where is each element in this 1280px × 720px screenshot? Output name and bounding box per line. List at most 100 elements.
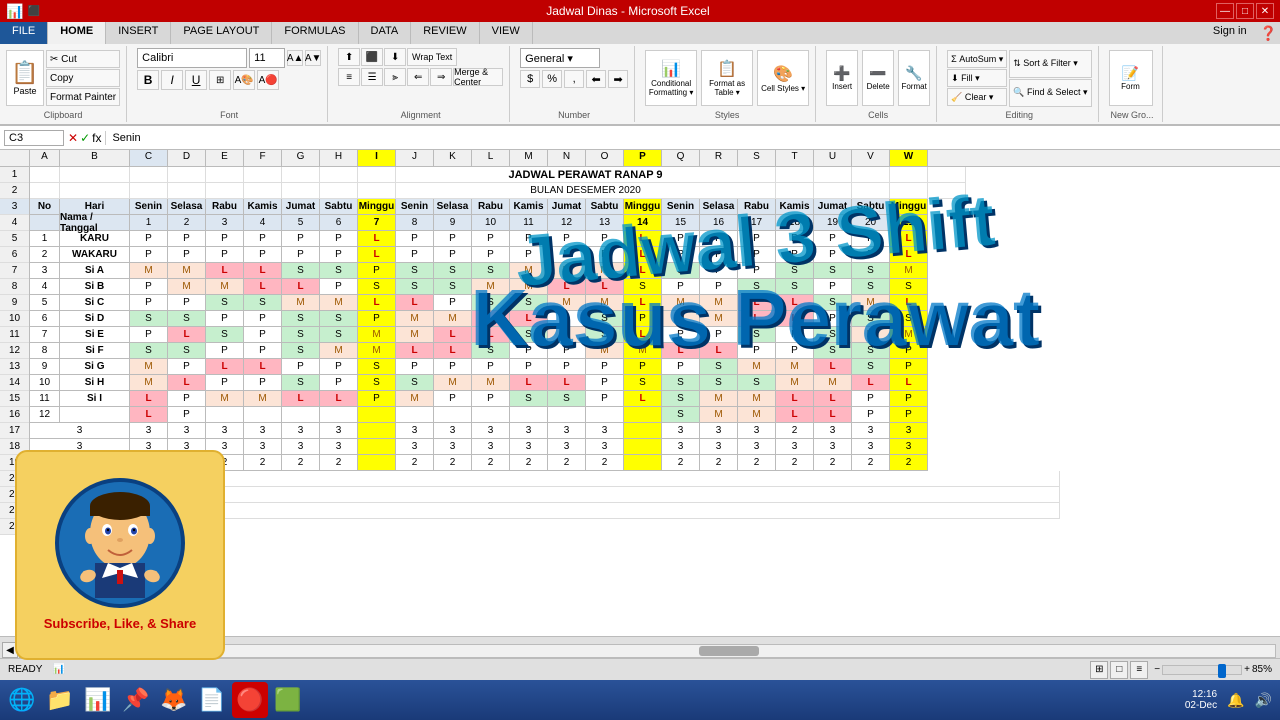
- cell-val-r11-c10[interactable]: S: [510, 327, 548, 343]
- cell-val-r16-c3[interactable]: [244, 407, 282, 423]
- cell-val-r5-c15[interactable]: P: [700, 231, 738, 247]
- cell-no-r12[interactable]: 8: [30, 343, 60, 359]
- row-num-4[interactable]: 4: [0, 215, 29, 231]
- cell-a1[interactable]: [30, 167, 60, 183]
- clear-button[interactable]: 🧹 Clear ▾: [947, 88, 1007, 106]
- cell-val-r8-c15[interactable]: P: [700, 279, 738, 295]
- summary-cell-r0-c12[interactable]: 3: [586, 423, 624, 439]
- summary-cell-r0-c19[interactable]: 3: [852, 423, 890, 439]
- cell-val-r10-c18[interactable]: P: [814, 311, 852, 327]
- cell-val-r5-c14[interactable]: P: [662, 231, 700, 247]
- wrap-text-button[interactable]: Wrap Text: [407, 48, 457, 66]
- cell-name-r12[interactable]: Si F: [60, 343, 130, 359]
- cell-val-r11-c16[interactable]: S: [738, 327, 776, 343]
- close-button[interactable]: ✕: [1256, 3, 1274, 19]
- cell-h1[interactable]: [320, 167, 358, 183]
- cell-val-r6-c2[interactable]: P: [206, 247, 244, 263]
- cell-val-r7-c20[interactable]: M: [890, 263, 928, 279]
- minimize-button[interactable]: —: [1216, 3, 1234, 19]
- insert-function-button[interactable]: fx: [92, 131, 101, 145]
- cell-val-r9-c20[interactable]: L: [890, 295, 928, 311]
- cell-no-r9[interactable]: 5: [30, 295, 60, 311]
- taskbar-word-button[interactable]: 📄: [194, 682, 230, 718]
- cell-val-r8-c17[interactable]: S: [776, 279, 814, 295]
- col-header-u[interactable]: U: [814, 150, 852, 166]
- cell-i2[interactable]: [358, 183, 396, 199]
- page-break-button[interactable]: ≡: [1130, 661, 1148, 679]
- bold-button[interactable]: B: [137, 70, 159, 90]
- cell-val-r11-c7[interactable]: M: [396, 327, 434, 343]
- summary-cell-r0-c5[interactable]: 3: [320, 423, 358, 439]
- cell-val-r14-c10[interactable]: L: [510, 375, 548, 391]
- cell-c1[interactable]: [130, 167, 168, 183]
- cell-e4[interactable]: 3: [206, 215, 244, 231]
- cell-h4[interactable]: 6: [320, 215, 358, 231]
- row-num-7[interactable]: 7: [0, 263, 29, 279]
- cell-name-r16[interactable]: [60, 407, 130, 423]
- cell-val-r12-c10[interactable]: P: [510, 343, 548, 359]
- taskbar-ppt-button[interactable]: 📌: [118, 682, 154, 718]
- cell-val-r9-c4[interactable]: M: [282, 295, 320, 311]
- cell-val-r14-c14[interactable]: S: [662, 375, 700, 391]
- cell-val-r5-c6[interactable]: L: [358, 231, 396, 247]
- cell-val-r13-c14[interactable]: P: [662, 359, 700, 375]
- row-num-15[interactable]: 15: [0, 391, 29, 407]
- decrease-font-button[interactable]: A▼: [305, 50, 321, 66]
- cancel-formula-button[interactable]: ✕: [68, 131, 78, 145]
- cell-val-r16-c19[interactable]: P: [852, 407, 890, 423]
- cell-val-r6-c20[interactable]: L: [890, 247, 928, 263]
- cell-styles-button[interactable]: 🎨 Cell Styles ▾: [757, 50, 809, 106]
- cell-val-r6-c11[interactable]: P: [548, 247, 586, 263]
- cell-val-r15-c10[interactable]: S: [510, 391, 548, 407]
- cell-val-r7-c16[interactable]: P: [738, 263, 776, 279]
- cell-val-r10-c17[interactable]: L: [776, 311, 814, 327]
- zoom-slider-thumb[interactable]: [1218, 664, 1226, 678]
- cell-w1[interactable]: [928, 167, 966, 183]
- summary-cell-r1-c6[interactable]: [358, 439, 396, 455]
- cell-name-r11[interactable]: Si E: [60, 327, 130, 343]
- cell-val-r9-c0[interactable]: P: [130, 295, 168, 311]
- cell-val-r13-c20[interactable]: P: [890, 359, 928, 375]
- cell-val-r15-c8[interactable]: P: [434, 391, 472, 407]
- cell-val-r6-c3[interactable]: P: [244, 247, 282, 263]
- cell-val-r10-c9[interactable]: L: [472, 311, 510, 327]
- summary-cell-r2-c8[interactable]: 2: [434, 455, 472, 471]
- cell-val-r9-c13[interactable]: L: [624, 295, 662, 311]
- cell-val-r12-c6[interactable]: M: [358, 343, 396, 359]
- cell-val-r5-c10[interactable]: P: [510, 231, 548, 247]
- cell-val-r13-c16[interactable]: M: [738, 359, 776, 375]
- cell-val-r15-c12[interactable]: P: [586, 391, 624, 407]
- cell-val-r9-c14[interactable]: M: [662, 295, 700, 311]
- row-num-8[interactable]: 8: [0, 279, 29, 295]
- cell-w2[interactable]: [928, 183, 966, 199]
- col-header-w[interactable]: W: [890, 150, 928, 166]
- cell-val-r7-c15[interactable]: P: [700, 263, 738, 279]
- cell-val-r11-c19[interactable]: M: [852, 327, 890, 343]
- zoom-slider[interactable]: [1162, 665, 1242, 675]
- cell-val-r11-c17[interactable]: P: [776, 327, 814, 343]
- summary-cell-r0-c11[interactable]: 3: [548, 423, 586, 439]
- cell-val-r13-c18[interactable]: L: [814, 359, 852, 375]
- col-header-t[interactable]: T: [776, 150, 814, 166]
- cell-val-r11-c2[interactable]: S: [206, 327, 244, 343]
- summary-cell-r0-c18[interactable]: 3: [814, 423, 852, 439]
- cell-d3[interactable]: Selasa: [168, 199, 206, 215]
- cell-val-r14-c13[interactable]: S: [624, 375, 662, 391]
- cell-val-r11-c6[interactable]: M: [358, 327, 396, 343]
- summary-cell-r0-c16[interactable]: 3: [738, 423, 776, 439]
- cell-val-r8-c8[interactable]: S: [434, 279, 472, 295]
- format-painter-button[interactable]: Format Painter: [46, 88, 120, 106]
- sort-filter-button[interactable]: ⇅ Sort & Filter ▾: [1009, 50, 1091, 78]
- cell-no-r8[interactable]: 4: [30, 279, 60, 295]
- cell-val-r10-c12[interactable]: S: [586, 311, 624, 327]
- autosum-button[interactable]: Σ AutoSum ▾: [947, 50, 1007, 68]
- cell-val-r13-c19[interactable]: S: [852, 359, 890, 375]
- cell-name-r7[interactable]: Si A: [60, 263, 130, 279]
- cell-l3[interactable]: Rabu: [472, 199, 510, 215]
- summary-cell-r0-c14[interactable]: 3: [662, 423, 700, 439]
- cell-val-r10-c8[interactable]: M: [434, 311, 472, 327]
- summary-cell-r2-c18[interactable]: 2: [814, 455, 852, 471]
- cell-val-r13-c0[interactable]: M: [130, 359, 168, 375]
- row-num-3[interactable]: 3: [0, 199, 29, 215]
- summary-label-0[interactable]: 3: [30, 423, 130, 439]
